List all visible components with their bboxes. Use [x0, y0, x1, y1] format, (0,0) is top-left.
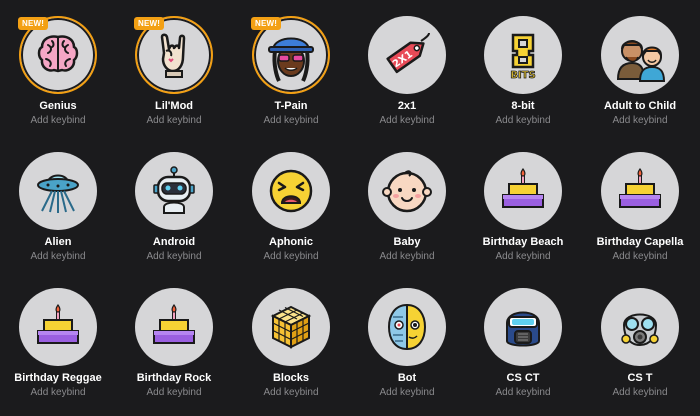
new-badge: NEW!	[134, 17, 165, 30]
voice-avatar[interactable]	[368, 288, 446, 366]
voice-name: Adult to Child	[603, 100, 677, 112]
voice-card-cs-t[interactable]: CS T Add keybind	[582, 286, 698, 416]
voice-card-aphonic[interactable]: Aphonic Add keybind	[233, 150, 349, 280]
voice-card-birthday-capella[interactable]: Birthday Capella Add keybind	[582, 150, 698, 280]
add-keybind-link[interactable]: Add keybind	[30, 115, 85, 126]
new-badge: NEW!	[251, 17, 282, 30]
voice-name: CS CT	[506, 372, 540, 384]
voice-avatar[interactable]	[601, 288, 679, 366]
add-keybind-link[interactable]: Add keybind	[379, 251, 434, 262]
voice-name: T-Pain	[274, 100, 308, 112]
add-keybind-link[interactable]: Add keybind	[30, 251, 85, 262]
voice-card-lilmod[interactable]: NEW! Lil'Mod Add keybind	[116, 14, 232, 144]
add-keybind-link[interactable]: Add keybind	[263, 115, 318, 126]
ufo-icon	[30, 163, 86, 219]
voice-avatar[interactable]: NEW!	[18, 16, 97, 94]
robot-icon	[146, 163, 202, 219]
new-badge: NEW!	[18, 17, 49, 30]
add-keybind-link[interactable]: Add keybind	[146, 115, 201, 126]
voice-avatar[interactable]	[19, 288, 97, 366]
voice-name: Android	[152, 236, 196, 248]
eight-bits-icon: BITS	[495, 27, 551, 83]
voice-avatar[interactable]	[368, 152, 446, 230]
voice-name: Blocks	[272, 372, 310, 384]
rock-hand-icon	[146, 27, 202, 83]
add-keybind-link[interactable]: Add keybind	[379, 387, 434, 398]
voice-grid: NEW! Genius Add keybind NEW! Lil'Mod Add…	[0, 0, 700, 411]
voice-avatar[interactable]	[19, 152, 97, 230]
voice-avatar[interactable]	[252, 152, 330, 230]
voice-card-2x1[interactable]: 2X1 2x1 Add keybind	[349, 14, 465, 144]
voice-card-blocks[interactable]: Blocks Add keybind	[233, 286, 349, 416]
add-keybind-link[interactable]: Add keybind	[30, 387, 85, 398]
add-keybind-link[interactable]: Add keybind	[612, 115, 667, 126]
voice-name: Birthday Rock	[136, 372, 212, 384]
baby-face-icon	[379, 163, 435, 219]
voice-avatar[interactable]	[484, 152, 562, 230]
add-keybind-link[interactable]: Add keybind	[263, 387, 318, 398]
voice-avatar[interactable]: NEW!	[134, 16, 213, 94]
svg-text:BITS: BITS	[510, 70, 535, 81]
cyborg-face-icon	[377, 297, 437, 357]
add-keybind-link[interactable]: Add keybind	[612, 387, 667, 398]
voice-name: Bot	[397, 372, 417, 384]
voice-name: 8-bit	[511, 100, 535, 112]
add-keybind-link[interactable]: Add keybind	[379, 115, 434, 126]
birthday-cake-icon	[612, 163, 668, 219]
voice-name: 2x1	[397, 100, 417, 112]
voice-avatar[interactable]: 2X1	[368, 16, 446, 94]
voice-avatar[interactable]	[252, 288, 330, 366]
add-keybind-link[interactable]: Add keybind	[495, 251, 550, 262]
ct-helmet-icon	[495, 299, 551, 355]
voice-name: Genius	[39, 100, 77, 112]
voice-card-alien[interactable]: Alien Add keybind	[0, 150, 116, 280]
birthday-cake-icon	[495, 163, 551, 219]
voice-avatar[interactable]	[135, 152, 213, 230]
gas-mask-icon	[612, 299, 668, 355]
voice-name: Birthday Beach	[482, 236, 564, 248]
voice-card-birthday-beach[interactable]: Birthday Beach Add keybind	[465, 150, 581, 280]
add-keybind-link[interactable]: Add keybind	[495, 387, 550, 398]
voice-name: Baby	[393, 236, 421, 248]
voice-card-tpain[interactable]: NEW! T-Pain Add keybind	[233, 14, 349, 144]
voice-card-birthday-rock[interactable]: Birthday Rock Add keybind	[116, 286, 232, 416]
add-keybind-link[interactable]: Add keybind	[612, 251, 667, 262]
voice-card-bot[interactable]: Bot Add keybind	[349, 286, 465, 416]
voice-name: Alien	[44, 236, 72, 248]
voice-card-genius[interactable]: NEW! Genius Add keybind	[0, 14, 116, 144]
price-tag-icon: 2X1	[379, 27, 435, 83]
voice-card-8bit[interactable]: BITS 8-bit Add keybind	[465, 14, 581, 144]
voice-card-adult-to-child[interactable]: Adult to Child Add keybind	[582, 14, 698, 144]
voice-card-cs-ct[interactable]: CS CT Add keybind	[465, 286, 581, 416]
add-keybind-link[interactable]: Add keybind	[495, 115, 550, 126]
voice-avatar[interactable]: NEW!	[251, 16, 330, 94]
tired-face-icon	[263, 163, 319, 219]
voice-card-android[interactable]: Android Add keybind	[116, 150, 232, 280]
voice-name: Birthday Reggae	[14, 372, 102, 384]
add-keybind-link[interactable]: Add keybind	[146, 251, 201, 262]
birthday-cake-icon	[146, 299, 202, 355]
voice-card-baby[interactable]: Baby Add keybind	[349, 150, 465, 280]
voice-avatar[interactable]: BITS	[484, 16, 562, 94]
voice-name: Birthday Capella	[596, 236, 684, 248]
voice-avatar[interactable]	[484, 288, 562, 366]
birthday-cake-icon	[30, 299, 86, 355]
voice-name: Lil'Mod	[154, 100, 194, 112]
voice-avatar[interactable]	[601, 16, 679, 94]
add-keybind-link[interactable]: Add keybind	[146, 387, 201, 398]
voice-name: Aphonic	[269, 236, 313, 248]
voice-name: CS T	[627, 372, 653, 384]
tpain-face-icon	[261, 25, 321, 85]
voice-avatar[interactable]	[601, 152, 679, 230]
brain-icon	[30, 27, 86, 83]
add-keybind-link[interactable]: Add keybind	[263, 251, 318, 262]
cube-blocks-icon	[263, 299, 319, 355]
voice-avatar[interactable]	[135, 288, 213, 366]
voice-card-birthday-reggae[interactable]: Birthday Reggae Add keybind	[0, 286, 116, 416]
adult-child-icon	[610, 25, 670, 85]
